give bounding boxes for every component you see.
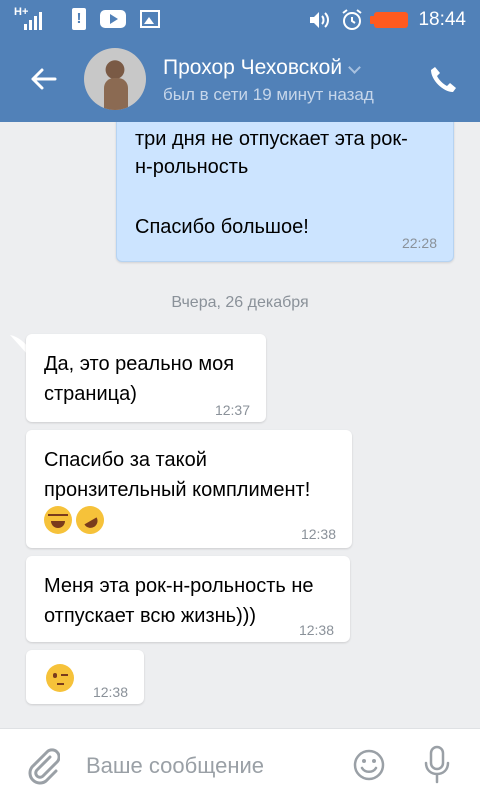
contact-name-text: Прохор Чеховской <box>163 56 343 79</box>
back-arrow-icon <box>31 68 57 90</box>
message-bubble-incoming[interactable]: 12:38 <box>26 650 144 704</box>
contact-avatar[interactable] <box>84 48 146 110</box>
message-input[interactable] <box>86 749 336 783</box>
image-icon <box>140 10 160 28</box>
message-time: 12:38 <box>300 526 336 542</box>
message-time: 22:28 <box>401 235 437 251</box>
contact-name[interactable]: Прохор Чеховской <box>163 56 361 80</box>
message-bubble-incoming[interactable]: Да, это реально моя страница) 12:37 <box>26 334 266 422</box>
message-time: 12:38 <box>298 622 334 638</box>
face-with-tears-of-joy-emoji <box>44 506 72 534</box>
date-separator: Вчера, 26 декабря <box>171 294 309 311</box>
rolling-on-floor-laughing-emoji <box>70 500 110 540</box>
message-text-line: Спасибо за такой <box>44 449 207 471</box>
signal-icon: H+ <box>14 6 58 30</box>
battery-icon <box>370 12 409 28</box>
message-bubble-outgoing[interactable]: три дня не отпускает эта рок- н-рольност… <box>116 122 454 262</box>
last-seen-status: был в сети 19 минут назад <box>163 85 374 104</box>
message-time: 12:37 <box>214 402 250 418</box>
status-bar: H+ ! 18:44 <box>0 0 480 38</box>
chevron-down-icon <box>348 61 361 74</box>
alarm-icon <box>342 9 363 30</box>
message-text-line: пронзительный комплимент! <box>44 479 311 501</box>
winking-face-emoji <box>46 664 74 692</box>
microphone-button[interactable] <box>423 745 451 785</box>
message-text-line: н-рольность <box>135 156 249 178</box>
message-bubble-incoming[interactable]: Меня эта рок-н-рольность не отпускает вс… <box>26 556 350 642</box>
call-button[interactable] <box>427 64 459 96</box>
message-text-line: страница) <box>44 383 137 405</box>
attach-button[interactable] <box>26 747 60 785</box>
message-text-line: Меня эта рок-н-рольность не <box>44 575 314 597</box>
message-text-line: отпускает всю жизнь))) <box>44 605 257 627</box>
alert-icon: ! <box>72 8 86 30</box>
youtube-icon <box>100 10 126 28</box>
message-text-line: Да, это реально моя <box>44 353 235 375</box>
message-composer <box>0 728 480 800</box>
clock: 18:44 <box>418 9 466 30</box>
chat-header: Прохор Чеховской был в сети 19 минут наз… <box>0 38 480 122</box>
emoji-button[interactable] <box>353 749 385 781</box>
message-text-line: Спасибо большое! <box>135 216 309 238</box>
message-text-line: три дня не отпускает эта рок- <box>135 128 408 150</box>
volume-icon <box>310 12 330 28</box>
message-bubble-incoming[interactable]: Спасибо за такой пронзительный комплимен… <box>26 430 352 548</box>
back-button[interactable] <box>28 64 58 94</box>
message-time: 12:38 <box>92 684 128 700</box>
message-list[interactable]: три дня не отпускает эта рок- н-рольност… <box>0 122 480 728</box>
